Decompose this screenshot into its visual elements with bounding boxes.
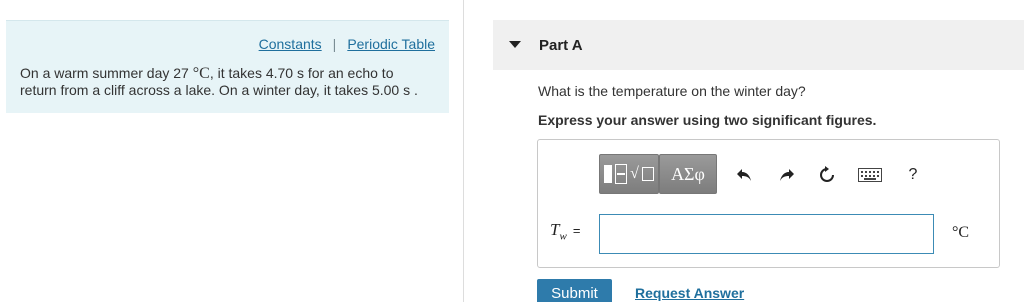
answer-unit: °C xyxy=(952,224,970,241)
request-answer-link[interactable]: Request Answer xyxy=(635,285,744,301)
problem-text-part1: On a warm summer day 27 xyxy=(20,65,193,81)
collapse-caret-icon[interactable] xyxy=(509,41,521,48)
submit-button[interactable]: Submit xyxy=(537,279,612,302)
question-text: What is the temperature on the winter da… xyxy=(538,83,806,99)
equals-sign: = xyxy=(572,223,581,238)
redo-icon[interactable] xyxy=(778,166,796,184)
part-header[interactable]: Part A xyxy=(493,20,1024,70)
answer-variable: Tw = xyxy=(550,220,580,242)
help-icon[interactable]: ? xyxy=(904,166,922,184)
resource-links: Constants | Periodic Table xyxy=(259,36,435,52)
instruction-text: Express your answer using two significan… xyxy=(538,112,877,128)
variable-subscript: w xyxy=(559,230,567,243)
keyboard-icon[interactable] xyxy=(858,166,882,184)
template-button[interactable]: √ xyxy=(599,154,659,194)
problem-panel: Constants | Periodic Table On a warm sum… xyxy=(6,20,449,113)
constants-link[interactable]: Constants xyxy=(259,36,322,52)
reset-icon[interactable] xyxy=(818,166,836,184)
problem-temp-unit: °C xyxy=(192,65,210,82)
greek-symbols-button[interactable]: ΑΣφ xyxy=(659,154,717,194)
undo-icon[interactable] xyxy=(735,166,753,184)
template-icon: √ xyxy=(604,164,654,184)
answer-input[interactable] xyxy=(599,214,934,254)
panel-divider xyxy=(463,0,464,302)
link-separator: | xyxy=(332,36,337,52)
answer-box: √ ΑΣφ ? Tw = °C xyxy=(537,139,1000,268)
part-title: Part A xyxy=(539,37,583,54)
periodic-table-link[interactable]: Periodic Table xyxy=(347,36,435,52)
problem-statement: On a warm summer day 27 °C, it takes 4.7… xyxy=(20,65,430,99)
